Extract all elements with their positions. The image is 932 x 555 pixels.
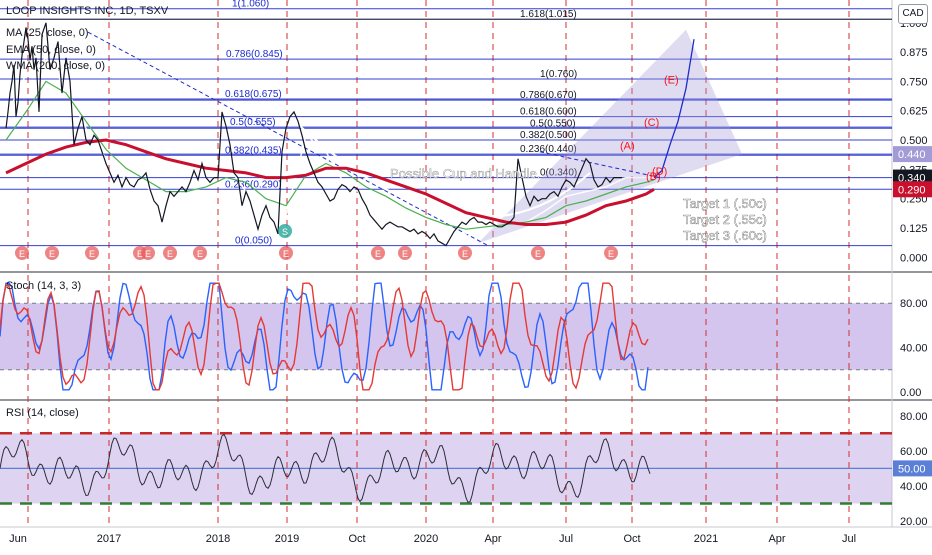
time-axis-tick: 2018	[206, 533, 230, 545]
rsi-axis-tick: 80.00	[900, 411, 928, 423]
event-marker-label: E	[535, 249, 541, 259]
stoch-pane-title: Stoch (14, 3, 3)	[6, 280, 82, 292]
rsi-axis-tick: 20.00	[900, 516, 928, 528]
fib-label: 1(0.760)	[540, 69, 577, 80]
wave-label: (A)	[620, 140, 635, 152]
chart-canvas[interactable]: 1(1.060) 1.618(1.015) 0.786(0.845) 1(0.760)…	[0, 0, 932, 550]
time-axis-tick: Oct	[623, 533, 640, 545]
target-annotation: Target 3 (.60c)	[683, 228, 767, 243]
fib-label: 1(1.060)	[232, 0, 269, 10]
event-marker-label: E	[197, 249, 203, 259]
fib-label: 0.382(0.500)	[520, 130, 577, 141]
indicator-ema-label: EMA (50, close, 0)	[6, 44, 96, 56]
event-marker-label: E	[375, 249, 381, 259]
stoch-axis-tick: 80.00	[900, 298, 928, 310]
event-marker-label: E	[283, 249, 289, 259]
event-marker-label: E	[402, 249, 408, 259]
event-marker-label: E	[167, 249, 173, 259]
event-marker-label: E	[49, 249, 55, 259]
event-marker-label: E	[145, 249, 151, 259]
stoch-axis-tick: 0.00	[900, 387, 921, 399]
target-annotation: Target 2 (.55c)	[683, 212, 767, 227]
time-axis-tick: Jul	[559, 533, 573, 545]
event-marker-label: E	[19, 249, 25, 259]
time-axis-tick: Apr	[484, 533, 501, 545]
fib-label: 0(0.050)	[235, 236, 272, 247]
time-axis-tick: 2019	[275, 533, 299, 545]
rsi-tag-label: 50.00	[898, 463, 926, 475]
stoch-axis-tick: 40.00	[900, 343, 928, 355]
fib-label: 0.382(0.435)	[225, 145, 282, 156]
fib-label: 0.786(0.845)	[226, 49, 283, 60]
event-marker-label: E	[608, 249, 614, 259]
wave-label: (D)	[652, 166, 667, 178]
price-tag-label: 0.290	[898, 184, 926, 196]
fib-label: 1.618(1.015)	[520, 9, 577, 20]
time-axis-tick: 2021	[694, 533, 718, 545]
rsi-axis-tick: 60.00	[900, 446, 928, 458]
event-marker-label: E	[89, 249, 95, 259]
split-marker-label: S	[282, 227, 288, 237]
time-axis-tick: 2020	[414, 533, 438, 545]
fib-label: 0.618(0.675)	[225, 89, 282, 100]
price-axis-tick: 0.750	[900, 76, 928, 88]
wave-label: (C)	[644, 117, 659, 129]
chart-stage: 1(1.060) 1.618(1.015) 0.786(0.845) 1(0.760)…	[0, 0, 932, 550]
time-axis-tick: Oct	[348, 533, 365, 545]
wave-label: (E)	[664, 75, 679, 87]
price-axis-tick: 0.500	[900, 135, 928, 147]
time-axis-tick: 2017	[97, 533, 121, 545]
fib-label: 0.786(0.670)	[520, 90, 577, 101]
price-tag-label: 0.440	[898, 149, 926, 161]
target-annotation: Target 1 (.50c)	[683, 196, 767, 211]
pattern-annotation: Possible Cup and Handle.	[390, 166, 540, 181]
indicator-ma-label: MA (25, close, 0)	[6, 27, 89, 39]
price-axis-tick: 0.000	[900, 252, 928, 264]
fib-label: 0.618(0.600)	[520, 107, 577, 118]
fib-label: 0.5(0.555)	[230, 117, 276, 128]
indicator-wma-label: WMA (200, close, 0)	[6, 60, 106, 72]
time-axis-tick: Apr	[768, 533, 785, 545]
price-axis-tick: 0.125	[900, 223, 928, 235]
price-axis-tick: 0.625	[900, 106, 928, 118]
symbol-title: LOOP INSIGHTS INC, 1D, TSXV	[6, 5, 169, 17]
event-marker-label: E	[462, 249, 468, 259]
time-axis-tick: Jul	[842, 533, 856, 545]
rsi-pane-title: RSI (14, close)	[6, 407, 79, 419]
rsi-axis-tick: 40.00	[900, 481, 928, 493]
fib-label: 0.5(0.550)	[530, 118, 576, 129]
price-axis-tick: 0.875	[900, 47, 928, 59]
time-axis-tick: Jun	[9, 533, 27, 545]
currency-badge[interactable]: CAD	[898, 4, 928, 24]
